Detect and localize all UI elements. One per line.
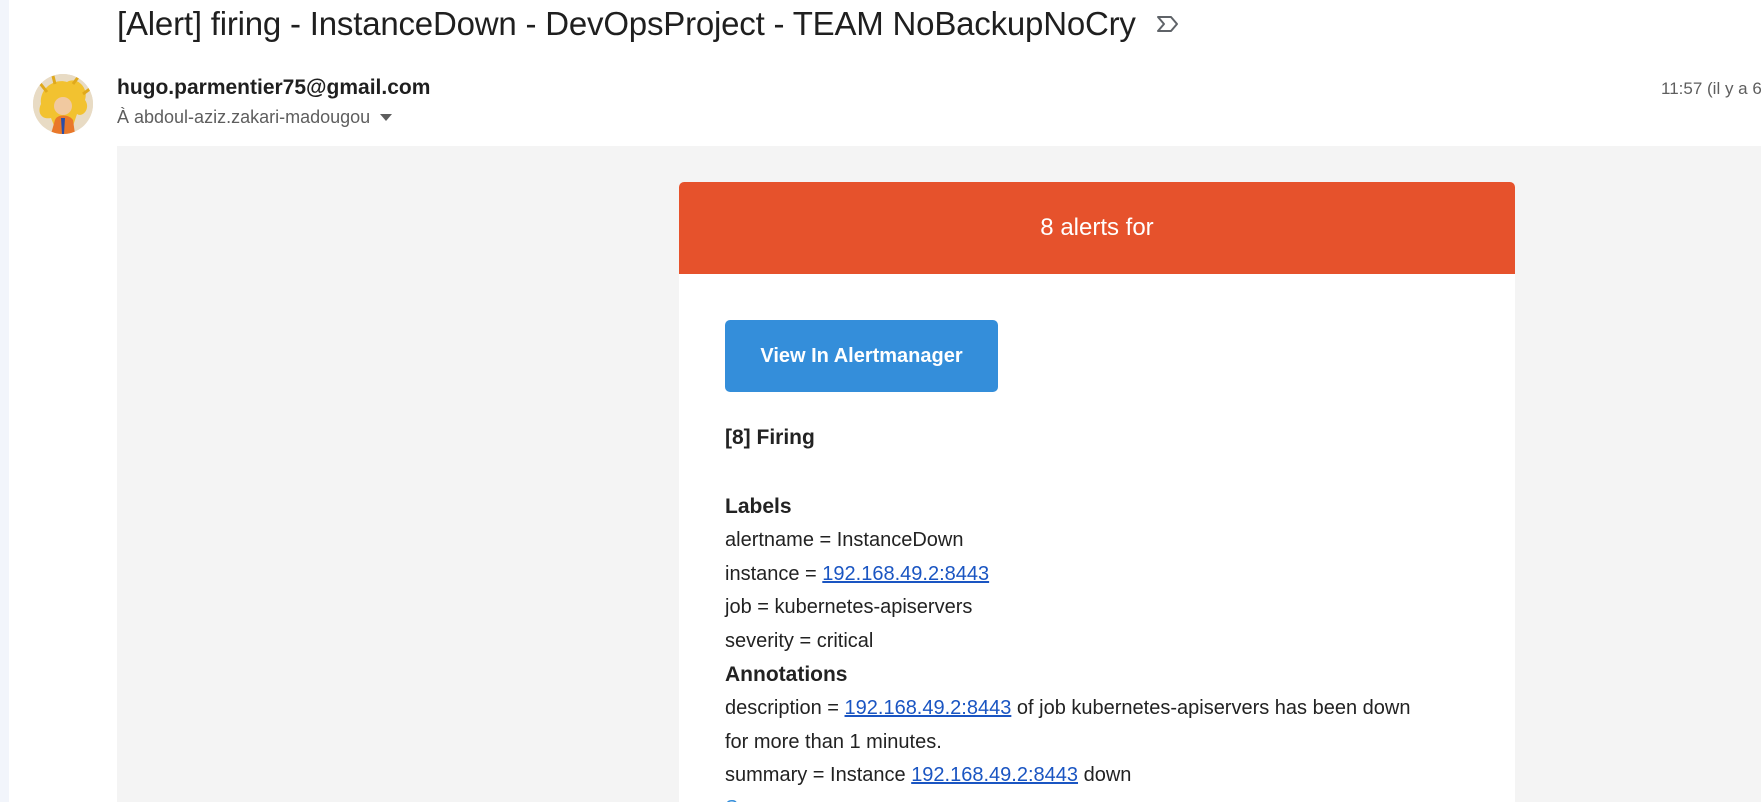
firing-title: [8] Firing xyxy=(725,426,815,449)
label-instance: instance = 192.168.49.2:8443 xyxy=(725,558,1469,592)
recipient-text: À abdoul-aziz.zakari-madougou xyxy=(117,107,371,127)
summary-instance-link[interactable]: 192.168.49.2:8443 xyxy=(911,764,1078,786)
left-sidebar-edge xyxy=(0,0,9,802)
instance-link[interactable]: 192.168.49.2:8443 xyxy=(822,563,989,585)
description-key: description = xyxy=(725,697,845,719)
sender-avatar[interactable] xyxy=(33,74,93,134)
sender-email[interactable]: hugo.parmentier75@gmail.com xyxy=(117,76,430,100)
source-link[interactable]: Source xyxy=(725,793,1469,802)
email-subject: [Alert] firing - InstanceDown - DevOpsPr… xyxy=(117,5,1136,42)
label-outline-icon[interactable] xyxy=(1156,13,1184,35)
email-view: [Alert] firing - InstanceDown - DevOpsPr… xyxy=(0,0,1761,802)
email-timestamp: 11:57 (il y a 6 xyxy=(1661,79,1761,98)
summary-text: down xyxy=(1078,764,1132,786)
recipient-line: À abdoul-aziz.zakari-madougou xyxy=(117,107,393,128)
subject-row: [Alert] firing - InstanceDown - DevOpsPr… xyxy=(117,0,1184,48)
description-text: of job kubernetes-apiservers has been do… xyxy=(1011,697,1411,719)
annotation-description-continued: for more than 1 minutes. xyxy=(725,730,942,753)
label-severity: severity = critical xyxy=(725,629,874,652)
labels-title: Labels xyxy=(725,495,792,518)
view-in-alertmanager-button[interactable]: View In Alertmanager xyxy=(725,320,998,392)
annotation-summary: summary = Instance 192.168.49.2:8443 dow… xyxy=(725,759,1469,793)
description-instance-link[interactable]: 192.168.49.2:8443 xyxy=(845,697,1012,719)
summary-key: summary = Instance xyxy=(725,764,912,786)
alert-card: 8 alerts for View In Alertmanager [8] Fi… xyxy=(679,182,1515,802)
label-job: job = kubernetes-apiservers xyxy=(725,596,973,618)
alert-card-content: View In Alertmanager [8] Firing Labels a… xyxy=(679,274,1515,802)
email-body: 8 alerts for View In Alertmanager [8] Fi… xyxy=(117,146,1761,802)
label-instance-key: instance = xyxy=(725,562,823,585)
caret-down-icon[interactable] xyxy=(380,114,393,121)
label-alertname: alertname = InstanceDown xyxy=(725,529,964,551)
annotation-description: description = 192.168.49.2:8443 of job k… xyxy=(725,692,1469,726)
alert-card-header: 8 alerts for xyxy=(679,182,1515,274)
annotations-title: Annotations xyxy=(725,663,848,686)
